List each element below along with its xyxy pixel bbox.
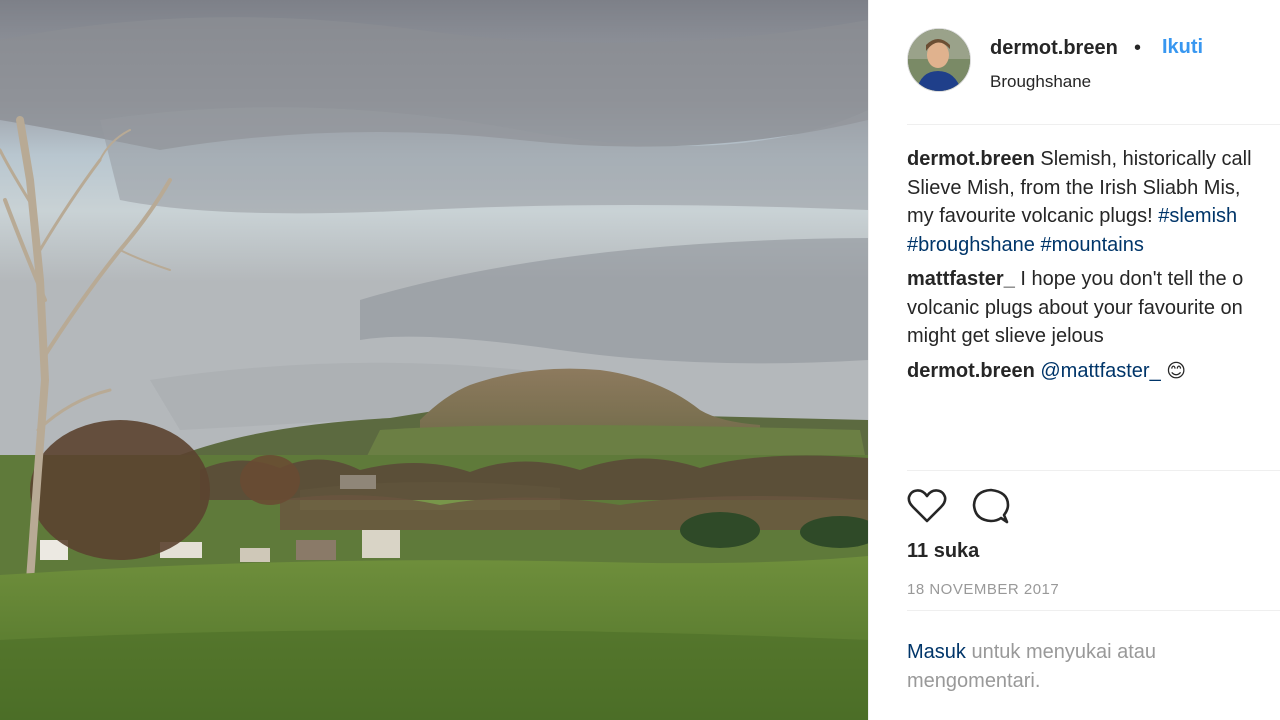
comment-text: I hope you don't tell the o — [1014, 268, 1244, 290]
comment-text-line3: my favourite volcanic plugs! — [907, 205, 1159, 227]
login-text-line2: mengomentari. — [907, 670, 1041, 692]
mention-link[interactable]: @mattfaster_ — [1040, 360, 1160, 382]
hashtag-mountains[interactable]: #mountains — [1040, 234, 1143, 256]
login-prompt: Masuk untuk menyukai atau mengomentari. — [907, 638, 1237, 696]
login-link[interactable]: Masuk — [907, 641, 966, 663]
comment-text-line2: volcanic plugs about your favourite on — [907, 296, 1243, 319]
comment-text-line2: Slieve Mish, from the Irish Sliabh Mis, — [907, 176, 1241, 199]
avatar-image — [908, 29, 970, 91]
divider — [907, 124, 1280, 125]
divider — [907, 470, 1280, 471]
hashtag-broughshane[interactable]: #broughshane — [907, 234, 1035, 256]
comments-list: dermot.breen Slemish, historically call … — [907, 145, 1280, 392]
post-side-panel: dermot.breen • Ikuti Broughshane dermot.… — [868, 0, 1280, 720]
post-date: 18 NOVEMBER 2017 — [907, 581, 1060, 598]
like-button[interactable] — [907, 486, 947, 526]
comment-username[interactable]: dermot.breen — [907, 360, 1035, 382]
comment-icon — [972, 488, 1010, 524]
post-location[interactable]: Broughshane — [990, 72, 1091, 92]
comment-username[interactable]: dermot.breen — [907, 148, 1035, 170]
post-header: dermot.breen • Ikuti Broughshane — [907, 28, 1280, 96]
caption-comment: dermot.breen Slemish, historically call … — [907, 145, 1280, 259]
post-username[interactable]: dermot.breen — [990, 37, 1118, 60]
separator-dot: • — [1134, 37, 1142, 59]
login-text: untuk menyukai atau — [965, 641, 1157, 663]
comment-text-line3: might get slieve jelous — [907, 325, 1104, 347]
hashtag-slemish[interactable]: #slemish — [1158, 205, 1237, 227]
comment-text: Slemish, historically call — [1034, 148, 1252, 170]
like-count[interactable]: 11 suka — [907, 540, 979, 563]
comment-button[interactable] — [971, 486, 1011, 526]
comment: mattfaster_ I hope you don't tell the o … — [907, 265, 1280, 351]
comment: dermot.breen @mattfaster_ 😊 — [907, 357, 1280, 387]
heart-icon — [907, 489, 947, 523]
smile-emoji: 😊 — [1166, 360, 1187, 382]
divider — [907, 610, 1280, 611]
post-photo[interactable] — [0, 0, 868, 720]
avatar[interactable] — [907, 28, 971, 92]
landscape-image — [0, 0, 868, 720]
follow-button[interactable]: Ikuti — [1162, 36, 1203, 59]
comment-username[interactable]: mattfaster_ — [907, 268, 1015, 290]
